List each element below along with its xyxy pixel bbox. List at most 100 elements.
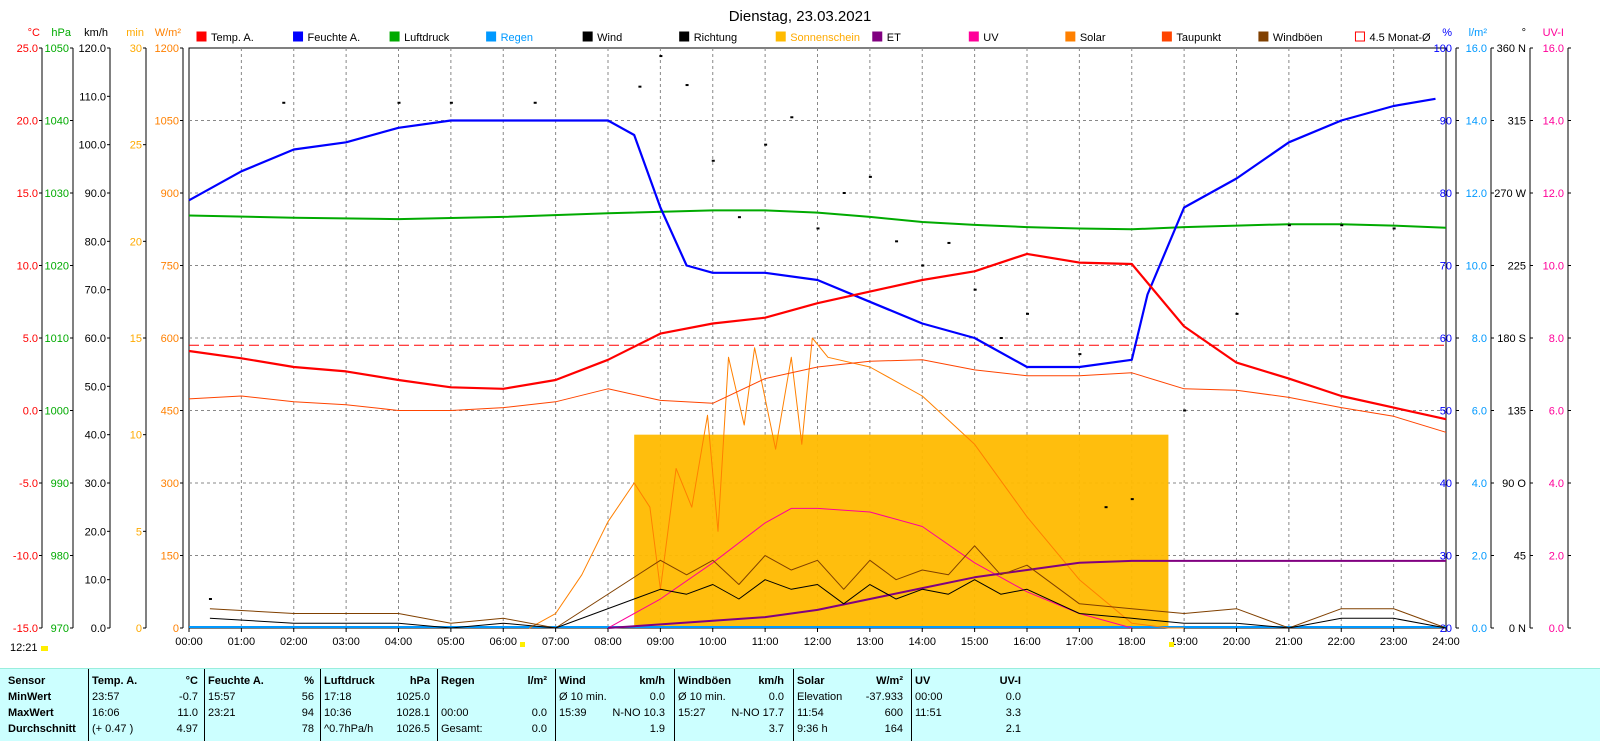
left-axis-tick-label: 10.0 [17, 261, 38, 273]
right-axis-tick-label: 0.0 [1472, 623, 1487, 635]
sun-markers [0, 640, 1600, 660]
right-axis-tick-label: 90 O [1502, 478, 1526, 490]
table-cell-time: Elevation [797, 691, 843, 703]
legend-swatch [1065, 31, 1076, 42]
table-cell-value: -37.933 [865, 691, 903, 703]
table-cell-time: 16:06 [92, 707, 120, 719]
right-axis-tick-label: 2.0 [1472, 551, 1487, 563]
left-axis-tick-label: -10.0 [13, 551, 38, 563]
table-column-divider [911, 669, 912, 741]
right-axis-tick-label: 8.0 [1549, 333, 1564, 345]
left-axis-tick-label: -5.0 [19, 478, 38, 490]
series-richtung-point [1026, 312, 1029, 315]
left-axis-tick-label: 50.0 [85, 381, 106, 393]
table-column-divider [793, 669, 794, 741]
left-axis-tick-label: 80.0 [85, 236, 106, 248]
left-axis-tick-label: 150 [161, 551, 179, 563]
series-richtung-point [921, 264, 925, 267]
left-axis-tick-label: 0 [173, 623, 179, 635]
right-axis-tick-label: 225 [1508, 261, 1526, 273]
legend-label: Sonnenschein [790, 32, 860, 44]
legend-label: Richtung [694, 32, 737, 44]
table-column-header: Luftdruck [324, 675, 375, 687]
table-cell-value: 1028.1 [396, 707, 430, 719]
left-axis-tick-label: 10.0 [85, 575, 106, 587]
left-axis-unit: °C [28, 27, 40, 39]
table-column-divider [204, 669, 205, 741]
left-axis-tick-label: 990 [51, 478, 69, 490]
table-cell-value: 600 [884, 707, 903, 719]
table-column-header: Solar [797, 675, 825, 687]
left-axis-tick-label: 40.0 [85, 430, 106, 442]
table-row-label: Sensor [8, 675, 46, 687]
table-cell-value: 1025.0 [396, 691, 430, 703]
table-cell-value: 4.97 [176, 723, 198, 735]
right-axis-tick-label: 180 S [1497, 333, 1526, 345]
series-richtung-point [764, 143, 768, 146]
legend-swatch [486, 31, 497, 42]
sunrise-marker [519, 642, 525, 647]
right-axis-tick-label: 90 [1440, 116, 1452, 128]
table-cell-value: 1026.5 [396, 723, 430, 735]
table-cell-value: 2.1 [1005, 723, 1021, 735]
table-column-header: Wind [559, 675, 586, 687]
right-axis-tick-label: 12.0 [1466, 188, 1487, 200]
left-axis-unit: W/m² [155, 27, 182, 39]
series-richtung-point [282, 101, 286, 104]
table-column-header: Regen [441, 675, 475, 687]
left-axis-tick-label: 980 [51, 551, 69, 563]
table-column-unit: UV-I [999, 675, 1021, 687]
table-cell-value: 164 [884, 723, 903, 735]
table-cell-value: 78 [301, 723, 314, 735]
series-richtung-point [1392, 227, 1396, 230]
series-richtung-point [868, 175, 872, 178]
table-column-divider [437, 669, 438, 741]
left-axis-tick-label: 5 [136, 526, 142, 538]
series-richtung-point [397, 101, 401, 104]
sun-icon [40, 646, 48, 651]
left-axis-tick-label: 1010 [45, 333, 69, 345]
series-sonnenschein-bar [634, 434, 1169, 628]
left-axis-tick-label: 60.0 [85, 333, 106, 345]
right-axis-tick-label: 80 [1440, 188, 1452, 200]
left-axis-tick-label: 300 [161, 478, 179, 490]
left-axis-tick-label: 25 [130, 140, 142, 152]
right-axis-tick-label: 10.0 [1466, 261, 1487, 273]
table-cell-value: 0.0 [531, 723, 547, 735]
table-cell-value: 1.9 [649, 723, 665, 735]
legend-label: Luftdruck [404, 32, 450, 44]
legend-label: Temp. A. [211, 32, 254, 44]
table-cell-value: 11.0 [177, 707, 198, 719]
weather-chart: Dienstag, 23.03.2021 Temp. A. Feuchte A. Lu… [0, 0, 1600, 665]
right-axis-tick-label: 2.0 [1549, 551, 1564, 563]
legend-swatch [1161, 31, 1172, 42]
chart-canvas: Dienstag, 23.03.2021 Temp. A. Feuchte A. Lu… [13, 8, 1571, 648]
table-cell-time: 9:36 h [797, 723, 828, 735]
series-richtung-point [999, 337, 1003, 339]
current-time-text: 12:21 [10, 642, 38, 654]
left-axis-tick-label: 15 [130, 333, 142, 345]
right-axis-tick-label: 70 [1440, 261, 1452, 273]
legend-swatch [775, 31, 786, 42]
right-axis-tick-label: 60 [1440, 333, 1452, 345]
legend-swatch [582, 31, 593, 42]
table-column-unit: hPa [409, 675, 430, 687]
left-axis-tick-label: 15.0 [17, 188, 38, 200]
right-axis-unit: l/m² [1469, 27, 1488, 39]
series-richtung-point [816, 227, 820, 230]
sunset-marker [1169, 642, 1175, 647]
legend-label: Regen [501, 32, 533, 44]
table-cell-value: 3.7 [768, 723, 784, 735]
left-axis-tick-label: 600 [161, 333, 179, 345]
left-axis-tick-label: 70.0 [85, 285, 106, 297]
table-cell-value: 0.0 [1005, 691, 1021, 703]
table-cell-value: N-NO 10.3 [612, 707, 665, 719]
table-column-header: Temp. A. [92, 675, 138, 687]
table-row-label: Durchschnitt [8, 723, 76, 735]
right-axis-tick-label: 12.0 [1543, 188, 1564, 200]
right-axis-tick-label: 360 N [1497, 43, 1526, 55]
legend-label: Solar [1080, 32, 1106, 44]
right-axis-tick-label: 4.0 [1549, 478, 1564, 490]
left-axis-tick-label: 25.0 [17, 43, 38, 55]
legend-label: 4.5 Monat-Ø [1369, 32, 1431, 44]
